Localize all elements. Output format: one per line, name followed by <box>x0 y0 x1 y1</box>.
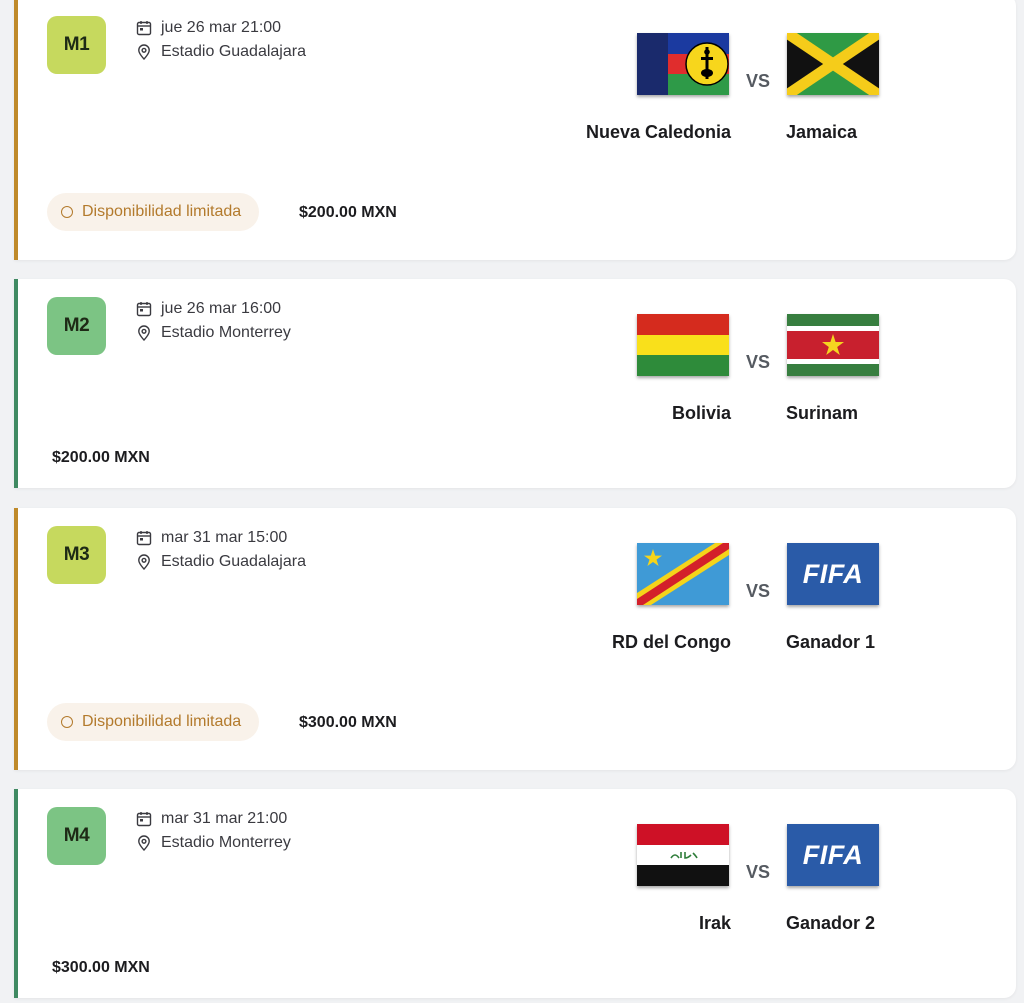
vs-label: VS <box>745 581 770 601</box>
availability-text: Disponibilidad limitada <box>82 713 242 730</box>
match-stadium-row: Estadio Guadalajara <box>136 550 306 574</box>
home-team-name: Bolivia <box>671 403 731 423</box>
fifa-logo-text: FIFA <box>802 558 864 589</box>
away-team-name: Surinam <box>786 403 859 423</box>
ticket-price: $200.00 MXN <box>299 204 397 221</box>
ticket-price: $300.00 MXN <box>52 959 150 976</box>
match-datetime: mar 31 mar 15:00 <box>161 529 288 546</box>
match-card-m3[interactable]: M3 mar 31 mar 15:00 Estadio Guadalajara … <box>14 508 1016 770</box>
match-meta: mar 31 mar 15:00 Estadio Guadalajara <box>136 526 306 574</box>
away-team-name: Jamaica <box>786 122 858 142</box>
match-card-m2[interactable]: M2 jue 26 mar 16:00 Estadio Monterrey VS… <box>14 279 1016 488</box>
match-date-row: jue 26 mar 21:00 <box>136 16 306 40</box>
card-accent-stripe <box>14 279 18 488</box>
calendar-icon <box>136 531 152 546</box>
match-stadium: Estadio Guadalajara <box>161 553 306 570</box>
match-meta: jue 26 mar 21:00 Estadio Guadalajara <box>136 16 306 64</box>
map-pin-icon <box>138 44 150 60</box>
ticket-price: $300.00 MXN <box>299 714 397 731</box>
flag-rd-del-congo <box>637 543 729 605</box>
flag-surinam <box>787 314 879 376</box>
vs-label: VS <box>745 862 770 882</box>
match-stadium: Estadio Monterrey <box>161 834 291 851</box>
card-accent-stripe <box>14 0 18 260</box>
match-code-badge: M1 <box>47 16 106 74</box>
vs-label: VS <box>745 71 770 91</box>
match-datetime: jue 26 mar 21:00 <box>161 19 282 36</box>
match-stadium: Estadio Monterrey <box>161 324 291 341</box>
flag-nueva-caledonia <box>637 33 729 95</box>
match-stadium-row: Estadio Monterrey <box>136 831 291 855</box>
vs-label: VS <box>745 352 770 372</box>
fifa-logo-text: FIFA <box>802 839 864 870</box>
flag-irak <box>637 824 729 886</box>
home-team-name: Irak <box>698 913 731 933</box>
flag-bolivia <box>637 314 729 376</box>
availability-badge: Disponibilidad limitada <box>47 703 260 741</box>
match-card-m4[interactable]: M4 mar 31 mar 21:00 Estadio Monterrey VS… <box>14 789 1016 998</box>
map-pin-icon <box>138 325 150 341</box>
ticket-price: $200.00 MXN <box>52 449 150 466</box>
away-team-name: Ganador 1 <box>786 632 876 652</box>
availability-badge: Disponibilidad limitada <box>47 193 260 231</box>
home-team-name: Nueva Caledonia <box>585 122 731 142</box>
calendar-icon <box>136 812 152 827</box>
circle-outline-icon <box>61 206 73 218</box>
availability-text: Disponibilidad limitada <box>82 203 242 220</box>
home-team-name: RD del Congo <box>612 632 731 652</box>
fifa-logo-placeholder: FIFA <box>787 824 879 886</box>
match-date-row: mar 31 mar 21:00 <box>136 807 291 831</box>
map-pin-icon <box>138 835 150 851</box>
match-stadium-row: Estadio Monterrey <box>136 321 291 345</box>
card-accent-stripe <box>14 789 18 998</box>
fifa-logo-placeholder: FIFA <box>787 543 879 605</box>
match-code-badge: M2 <box>47 297 106 355</box>
calendar-icon <box>136 302 152 317</box>
match-meta: jue 26 mar 16:00 Estadio Monterrey <box>136 297 291 345</box>
calendar-icon <box>136 21 152 36</box>
flag-jamaica <box>787 33 879 95</box>
match-date-row: jue 26 mar 16:00 <box>136 297 291 321</box>
match-meta: mar 31 mar 21:00 Estadio Monterrey <box>136 807 291 855</box>
card-accent-stripe <box>14 508 18 770</box>
match-date-row: mar 31 mar 15:00 <box>136 526 306 550</box>
match-stadium: Estadio Guadalajara <box>161 43 306 60</box>
match-datetime: mar 31 mar 21:00 <box>161 810 288 827</box>
match-card-m1[interactable]: M1 jue 26 mar 21:00 Estadio Guadalajara … <box>14 0 1016 260</box>
map-pin-icon <box>138 554 150 570</box>
match-datetime: jue 26 mar 16:00 <box>161 300 282 317</box>
away-team-name: Ganador 2 <box>786 913 876 933</box>
circle-outline-icon <box>61 716 73 728</box>
match-code-badge: M4 <box>47 807 106 865</box>
match-stadium-row: Estadio Guadalajara <box>136 40 306 64</box>
match-code-badge: M3 <box>47 526 106 584</box>
